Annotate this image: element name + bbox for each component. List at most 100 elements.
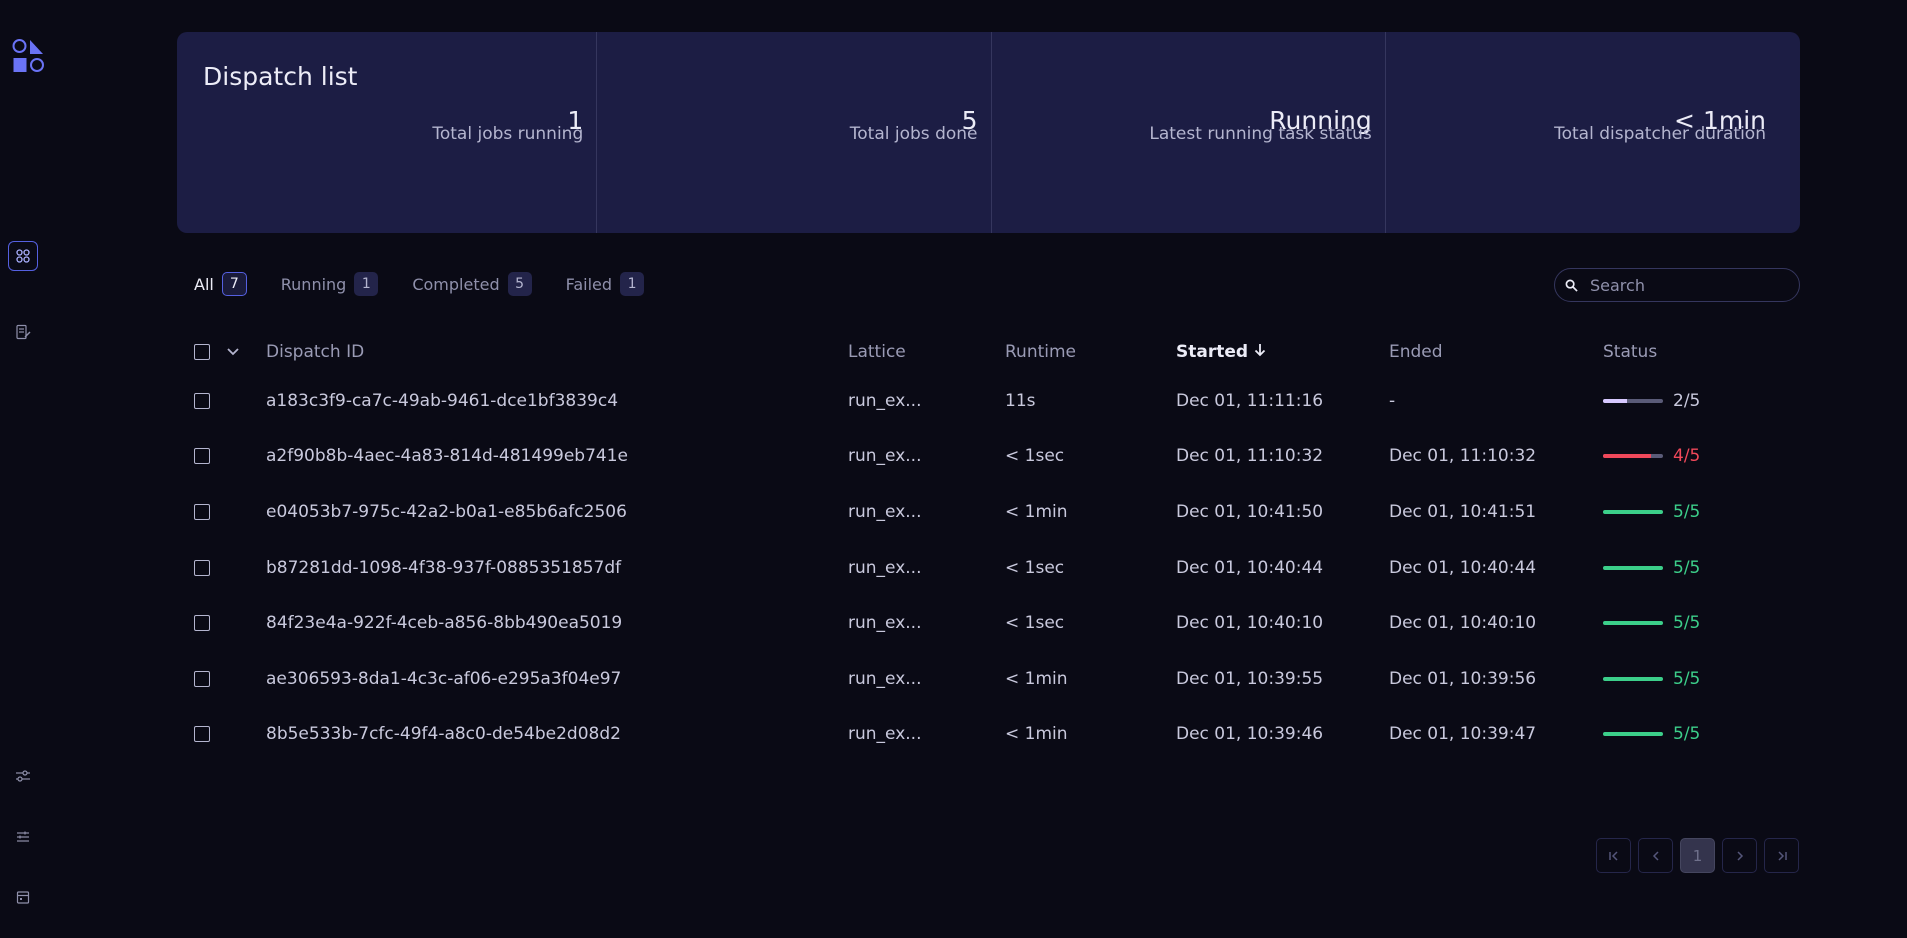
progress-bar-fill: [1603, 676, 1663, 681]
progress-bar-fill: [1603, 621, 1663, 626]
status-fraction: 5/5: [1673, 668, 1701, 689]
row-checkbox[interactable]: [194, 392, 210, 409]
column-status[interactable]: Status: [1603, 342, 1657, 362]
lattice-name: run_ex...: [848, 501, 922, 522]
status-cell: 5/5: [1603, 724, 1700, 744]
tab-completed[interactable]: Completed 5: [412, 272, 532, 296]
tab-failed[interactable]: Failed 1: [566, 272, 645, 296]
lattice-name: run_ex...: [848, 668, 922, 689]
started-time: Dec 01, 10:39:46: [1176, 724, 1324, 745]
stat-label: Total dispatcher duration: [1554, 124, 1766, 144]
ended-time: Dec 01, 10:39:56: [1389, 668, 1537, 689]
page-number-button[interactable]: 1: [1680, 838, 1715, 873]
stat-label: Total jobs running: [432, 124, 584, 144]
table-row[interactable]: b87281dd-1098-4f38-937f-0885351857df run_…: [194, 540, 1800, 596]
started-time: Dec 01, 10:41:50: [1176, 501, 1324, 522]
progress-bar-fill: [1603, 398, 1627, 403]
status-cell: 4/5: [1603, 446, 1700, 466]
dispatch-id[interactable]: ae306593-8da1-4c3c-af06-e295a3f04e97: [266, 669, 621, 689]
table-row[interactable]: a183c3f9-ca7c-49ab-9461-dce1bf3839c4 run_…: [194, 373, 1800, 429]
started-time: Dec 01, 11:10:32: [1176, 446, 1324, 467]
status-fraction: 5/5: [1673, 501, 1701, 522]
last-page-button[interactable]: [1764, 838, 1799, 873]
tab-running[interactable]: Running 1: [281, 272, 379, 296]
dispatch-id[interactable]: 84f23e4a-922f-4ceb-a856-8bb490ea5019: [266, 613, 622, 633]
tab-all[interactable]: All 7: [194, 272, 247, 296]
started-time: Dec 01, 11:11:16: [1176, 390, 1324, 411]
progress-bar: [1603, 509, 1663, 514]
stat-label: Total jobs done: [849, 124, 978, 144]
progress-bar: [1603, 732, 1663, 737]
calendar-icon[interactable]: [8, 882, 38, 912]
tab-label: Running: [280, 274, 347, 294]
runtime: < 1sec: [1005, 557, 1065, 578]
pagination: 1: [1596, 838, 1799, 873]
select-all-checkbox[interactable]: [194, 344, 210, 360]
column-dispatch-id[interactable]: Dispatch ID: [266, 342, 364, 362]
runtime: < 1sec: [1005, 613, 1065, 634]
progress-bar: [1603, 621, 1663, 626]
dispatch-id[interactable]: e04053b7-975c-42a2-b0a1-e85b6afc2506: [266, 502, 627, 522]
table-row[interactable]: ae306593-8da1-4c3c-af06-e295a3f04e97 run_…: [194, 651, 1800, 707]
next-page-button[interactable]: [1722, 838, 1757, 873]
dispatch-id[interactable]: 8b5e533b-7cfc-49f4-a8c0-de54be2d08d2: [266, 724, 621, 744]
row-checkbox[interactable]: [194, 615, 210, 632]
lattice-name: run_ex...: [848, 613, 922, 634]
ended-time: Dec 01, 10:40:44: [1389, 557, 1537, 578]
table-row[interactable]: 8b5e533b-7cfc-49f4-a8c0-de54be2d08d2 run_…: [194, 707, 1800, 763]
column-runtime[interactable]: Runtime: [1005, 342, 1076, 362]
table-row[interactable]: e04053b7-975c-42a2-b0a1-e85b6afc2506 run_…: [194, 484, 1800, 540]
stats-row: 1 Total jobs running 5 Total jobs done R…: [203, 32, 1766, 233]
logo-icon[interactable]: [12, 38, 46, 74]
progress-bar: [1603, 565, 1663, 570]
row-checkbox[interactable]: [194, 726, 210, 743]
first-page-button[interactable]: [1596, 838, 1631, 873]
search-box: [1554, 268, 1800, 302]
chevron-down-icon[interactable]: [226, 342, 240, 362]
status-fraction: 5/5: [1673, 613, 1701, 634]
stat-dispatcher-duration: < 1min Total dispatcher duration: [1384, 32, 1766, 233]
dispatch-id[interactable]: b87281dd-1098-4f38-937f-0885351857df: [266, 558, 621, 578]
status-cell: 2/5: [1603, 391, 1700, 411]
search-input[interactable]: [1590, 275, 1790, 295]
status-cell: 5/5: [1603, 613, 1700, 633]
column-lattice[interactable]: Lattice: [848, 342, 906, 362]
dispatch-table: Dispatch ID Lattice Runtime Started Ende…: [194, 331, 1800, 762]
started-time: Dec 01, 10:39:55: [1176, 668, 1324, 689]
dispatch-id[interactable]: a2f90b8b-4aec-4a83-814d-481499eb741e: [266, 446, 628, 466]
row-checkbox[interactable]: [194, 448, 210, 465]
table-row[interactable]: a2f90b8b-4aec-4a83-814d-481499eb741e run_…: [194, 429, 1800, 485]
runtime: < 1min: [1005, 668, 1068, 689]
summary-card: Dispatch list 1 Total jobs running 5 Tot…: [177, 32, 1800, 233]
progress-bar-fill: [1603, 732, 1663, 737]
count-badge: 5: [507, 272, 532, 296]
row-checkbox[interactable]: [194, 559, 210, 576]
chevron-right-icon: [1736, 850, 1743, 861]
dispatch-list-icon[interactable]: [8, 241, 38, 271]
status-fraction: 4/5: [1673, 446, 1701, 467]
lattice-name: run_ex...: [848, 390, 922, 411]
status-cell: 5/5: [1603, 502, 1700, 522]
row-checkbox[interactable]: [194, 503, 210, 520]
chevron-left-icon: [1652, 850, 1659, 861]
stat-jobs-running: 1 Total jobs running: [203, 32, 596, 233]
preferences-icon[interactable]: [8, 822, 38, 852]
column-started[interactable]: Started: [1176, 342, 1266, 362]
ended-time: Dec 01, 10:39:47: [1389, 724, 1537, 745]
lattice-name: run_ex...: [848, 446, 922, 467]
logs-icon[interactable]: [8, 317, 38, 347]
prev-page-button[interactable]: [1638, 838, 1673, 873]
count-badge: 7: [221, 272, 247, 296]
dispatch-id[interactable]: a183c3f9-ca7c-49ab-9461-dce1bf3839c4: [266, 391, 618, 411]
status-fraction: 5/5: [1673, 724, 1701, 745]
first-page-icon: [1608, 850, 1618, 861]
column-ended[interactable]: Ended: [1389, 342, 1443, 362]
started-time: Dec 01, 10:40:10: [1176, 613, 1324, 634]
row-checkbox[interactable]: [194, 670, 210, 687]
count-badge: 1: [354, 272, 379, 296]
sidebar: [0, 0, 46, 938]
lattice-name: run_ex...: [848, 724, 922, 745]
search-icon: [1565, 279, 1578, 292]
settings-sliders-icon[interactable]: [8, 761, 38, 791]
table-row[interactable]: 84f23e4a-922f-4ceb-a856-8bb490ea5019 run_…: [194, 595, 1800, 651]
